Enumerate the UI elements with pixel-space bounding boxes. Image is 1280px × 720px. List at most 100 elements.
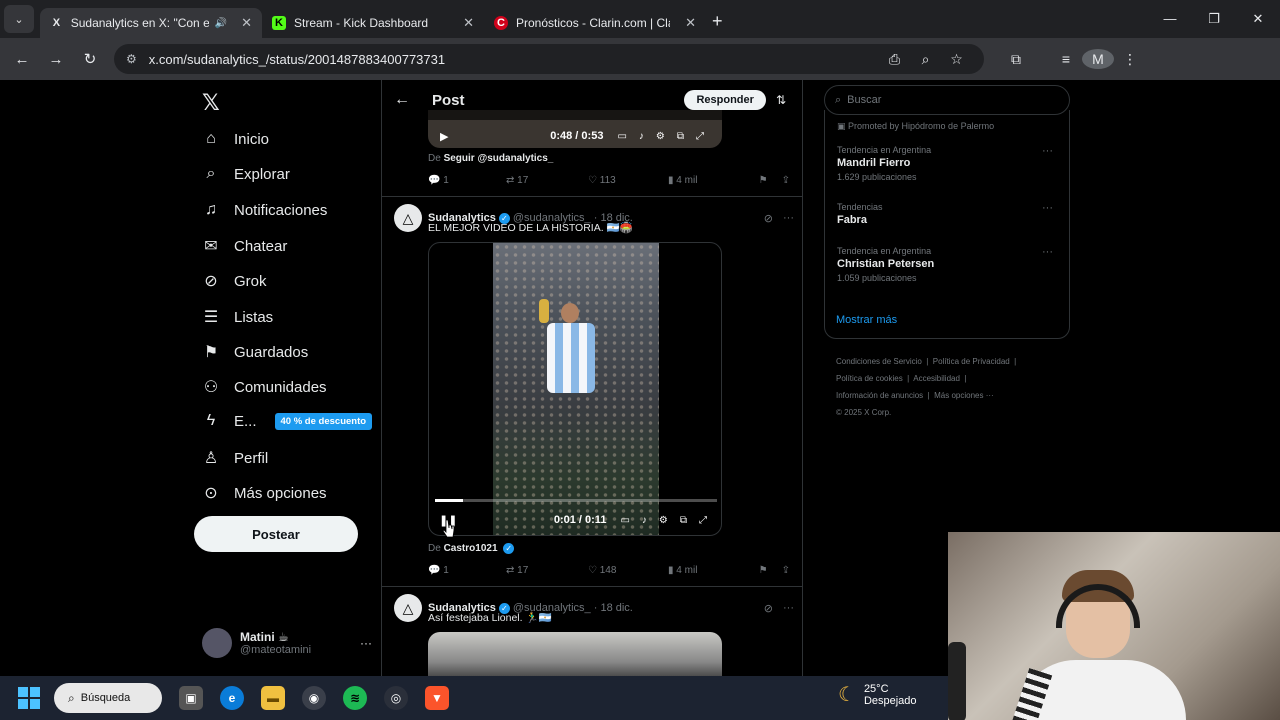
more-dots-icon[interactable]: ··· [1042,246,1053,258]
fullscreen-icon[interactable]: ⤢ [696,131,704,142]
nav-item-listas[interactable]: ☰ Listas [200,307,273,327]
fullscreen-icon[interactable]: ⤢ [699,515,707,526]
post-button[interactable]: Postear [194,516,358,552]
nav-item-inicio[interactable]: ⌂ Inicio [200,130,269,148]
volume-icon[interactable]: ♪ [639,131,644,142]
chrome-menu-icon[interactable]: ⋮ [1114,51,1146,68]
obs-icon[interactable]: ◎ [384,686,408,710]
video-progress-bar[interactable] [435,499,717,502]
minimize-icon[interactable]: — [1148,11,1192,27]
edge-icon[interactable]: e [220,686,244,710]
trend-item[interactable]: Tendencia en Argentina Christian Peterse… [837,246,1059,283]
footer-link[interactable]: Más opciones ··· [934,391,994,400]
maximize-icon[interactable]: ❐ [1192,11,1236,27]
address-bar[interactable]: ⚙ x.com/sudanalytics_/status/20014878834… [114,44,984,74]
more-dots-icon[interactable]: ··· [783,602,794,615]
avatar[interactable]: △ [394,594,422,622]
install-app-icon[interactable]: ⎙ [879,51,910,68]
extensions-icon[interactable]: ⧉ [1000,51,1032,68]
footer-link[interactable]: Información de anuncios [836,391,923,400]
avatar[interactable]: △ [394,204,422,232]
task-view-icon[interactable]: ▣ [179,686,203,710]
nav-item-explorar[interactable]: ⌕ Explorar [200,165,290,183]
source-link[interactable]: Castro1021 [444,543,498,554]
site-info-icon[interactable]: ⚙ [126,52,137,66]
new-tab-button[interactable]: + [712,11,723,32]
captions-icon[interactable]: ▭ [617,131,626,142]
account-switcher[interactable]: Matini ☕ @mateotamini ··· [202,628,372,658]
profile-avatar[interactable]: M [1082,49,1114,69]
like-action[interactable]: ♡ 113 [588,175,668,186]
tab-sudanalytics[interactable]: X Sudanalytics en X: "Con ese 🔊 ✕ [40,8,262,38]
more-dots-icon[interactable]: ··· [783,212,794,225]
views-action[interactable]: ▮ 4 mil [668,565,750,576]
spotify-icon[interactable]: ≋ [343,686,367,710]
weather-widget[interactable]: ☾ 25°C Despejado [838,682,917,707]
more-dots-icon[interactable]: ··· [360,636,372,650]
media-controls-icon[interactable]: ≡ [1050,51,1082,67]
settings-sliders-icon[interactable]: ⇅ [776,93,786,107]
tab-kick-dashboard[interactable]: K Stream - Kick Dashboard ✕ [262,8,484,38]
bookmark-icon[interactable]: ⚑ [759,565,768,576]
footer-link[interactable]: Condiciones de Servicio [836,357,922,366]
captions-icon[interactable]: ▭ [620,515,629,526]
source-link[interactable]: Seguir @sudanalytics_ [444,153,554,164]
trend-item[interactable]: Tendencias Fabra ··· [837,202,1059,226]
pip-icon[interactable]: ⧉ [680,515,687,526]
footer-link[interactable]: Política de cookies [836,374,903,383]
grok-icon[interactable]: ⊘ [764,602,773,615]
back-arrow-icon[interactable]: ← [394,91,410,109]
views-action[interactable]: ▮ 4 mil [668,175,750,186]
brave-icon[interactable]: ▼ [425,686,449,710]
settings-gear-icon[interactable]: ⚙ [659,515,668,526]
nav-item-comunidades[interactable]: ⚇ Comunidades [200,377,327,397]
tweet-video-thumbnail[interactable] [428,632,722,676]
nav-item-chatear[interactable]: ✉ Chatear [200,236,287,256]
nav-item-grok[interactable]: ⊘ Grok [200,271,266,291]
settings-gear-icon[interactable]: ⚙ [656,131,665,142]
reply-button[interactable]: Responder [684,90,766,110]
more-dots-icon[interactable]: ··· [1042,202,1053,214]
nav-item-perfil[interactable]: ♙ Perfil [200,448,268,468]
people-icon: ⚇ [203,379,219,396]
tab-clarin[interactable]: C Pronósticos - Clarin.com | Clarín ✕ [484,8,706,38]
nav-item-mas-opciones[interactable]: ⊙ Más opciones [200,483,326,503]
footer-link[interactable]: Accesibilidad [913,374,960,383]
file-explorer-icon[interactable]: ▬ [261,686,285,710]
volume-icon[interactable]: ♪ [642,515,647,526]
windows-start-icon[interactable] [18,687,40,709]
window-close-icon[interactable]: ✕ [1236,11,1280,27]
nav-item-notificaciones[interactable]: ♫ Notificaciones [200,201,327,219]
pip-icon[interactable]: ⧉ [677,131,684,142]
like-action[interactable]: ♡ 148 [588,565,668,576]
reply-action[interactable]: 💬 1 [428,175,506,186]
close-tab-icon[interactable]: ✕ [685,15,696,31]
taskbar-search[interactable]: ⌕ Búsqueda [54,683,162,713]
nav-item-premium[interactable]: ϟ E... 40 % de descuento [200,412,373,430]
grok-icon[interactable]: ⊘ [764,212,773,225]
close-tab-icon[interactable]: ✕ [241,15,252,31]
close-tab-icon[interactable]: ✕ [463,15,474,31]
share-icon[interactable]: ⇪ [782,175,790,186]
bookmark-star-icon[interactable]: ☆ [941,51,972,68]
more-dots-icon[interactable]: ··· [1042,145,1053,157]
zoom-icon[interactable]: ⌕ [910,51,941,68]
chrome-icon[interactable]: ◉ [302,686,326,710]
bookmark-icon[interactable]: ⚑ [759,175,768,186]
share-icon[interactable]: ⇪ [782,565,790,576]
show-more-link[interactable]: Mostrar más [836,314,897,326]
reload-icon[interactable]: ↻ [74,50,106,68]
play-icon[interactable]: ▶ [440,130,448,143]
forward-arrow-icon[interactable]: → [40,51,72,68]
footer-link[interactable]: Política de Privacidad [933,357,1010,366]
back-arrow-icon[interactable]: ← [6,51,38,68]
tweet-video[interactable]: ❚❚ 0:01 / 0:11 ▭ ♪ ⚙ ⧉ ⤢ [428,242,722,536]
repost-action[interactable]: ⇄ 17 [506,565,588,576]
trend-item[interactable]: Tendencia en Argentina Mandril Fierro 1.… [837,145,1059,182]
nav-item-guardados[interactable]: ⚑ Guardados [200,342,308,362]
x-logo-icon[interactable]: 𝕏 [202,90,220,116]
reply-action[interactable]: 💬 1 [428,565,506,576]
audio-playing-icon[interactable]: 🔊 [215,18,227,29]
repost-action[interactable]: ⇄ 17 [506,175,588,186]
tab-search-button[interactable]: ⌄ [4,5,34,33]
